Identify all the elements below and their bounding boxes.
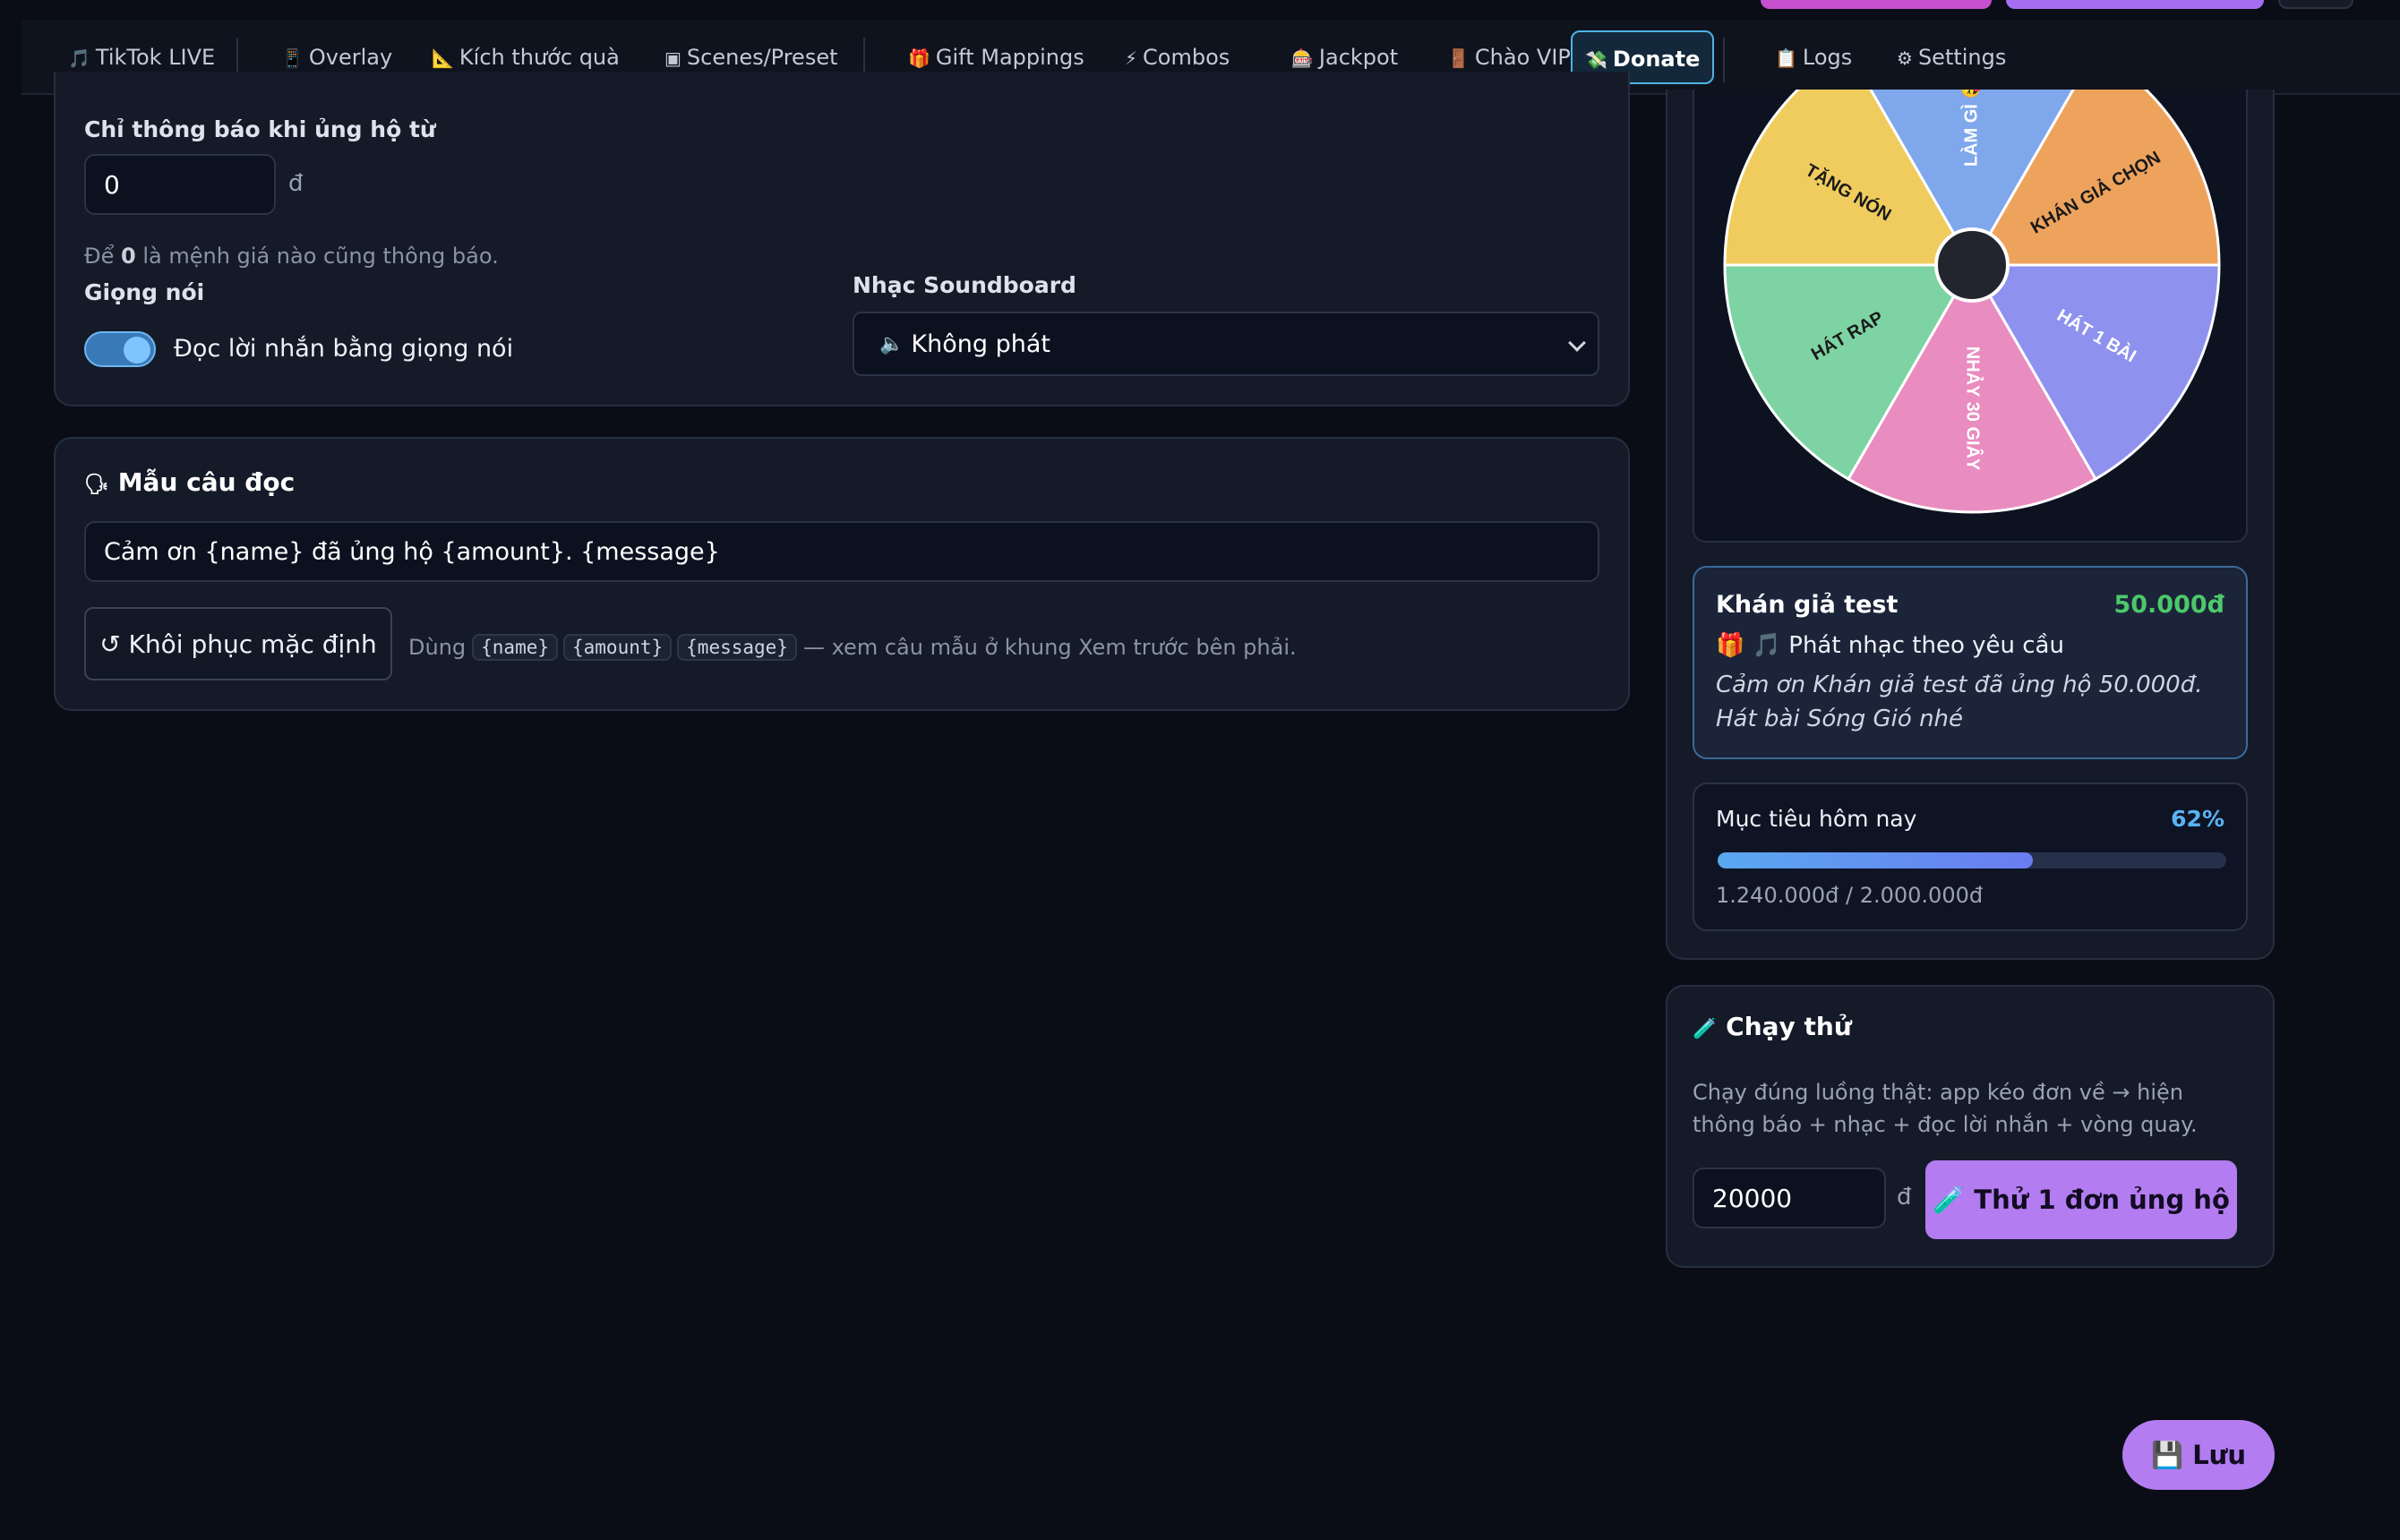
nav-divider xyxy=(1723,38,1725,82)
clipboard-icon: 📋 xyxy=(1775,47,1797,69)
token-name: {name} xyxy=(472,634,558,661)
tab-settings[interactable]: ⚙ Settings xyxy=(1884,30,2019,84)
test-run-description: Chạy đúng luồng thật: app kéo đơn về → h… xyxy=(1693,1080,2198,1137)
slot-machine-icon: 🎰 xyxy=(1291,47,1314,69)
goal-progress-fill xyxy=(1718,852,2034,868)
phone-icon: 📱 xyxy=(281,47,304,69)
min-amount-label: Chỉ thông báo khi ủng hộ từ xyxy=(84,116,436,142)
tab-label: Donate xyxy=(1612,47,1701,72)
soundboard-select[interactable]: 🔈 Không phát xyxy=(853,312,1599,376)
lightning-icon: ⚡ xyxy=(1125,47,1138,69)
goal-progress-bar xyxy=(1718,852,2226,868)
scenes-icon: ▣ xyxy=(664,47,681,69)
donor-name: Khán giả test xyxy=(1716,591,1899,619)
soundboard-selected-value: Không phát xyxy=(911,329,1050,358)
daily-goal-card: Mục tiêu hôm nay 62% 1.240.000đ / 2.000.… xyxy=(1693,783,2248,931)
prize-wheel: LÀM GÌ 😜KHÁN GIẢ CHỌNHÁT 1 BÀINHẢY 30 GI… xyxy=(1723,90,2221,514)
reset-default-button[interactable]: ↺ Khôi phục mặc định xyxy=(84,607,392,680)
goal-label: Mục tiêu hôm nay xyxy=(1716,806,1917,832)
toggle-knob xyxy=(124,337,150,364)
test-tube-icon: 🧪 xyxy=(1693,1018,1718,1040)
top-strip xyxy=(0,0,2400,20)
template-title: 🗣 Mẫu câu đọc xyxy=(84,467,296,497)
tab-label: Gift Mappings xyxy=(935,45,1084,70)
money-icon: 💸 xyxy=(1585,49,1607,71)
top-pill-button[interactable] xyxy=(1761,0,1992,9)
goal-percent: 62% xyxy=(2171,806,2224,832)
goal-amounts: 1.240.000đ / 2.000.000đ xyxy=(1716,883,1984,908)
gift-icon: 🎁 xyxy=(908,47,930,69)
wheel-hub xyxy=(1934,227,2010,303)
token-message: {message} xyxy=(677,634,797,661)
test-amount-input[interactable]: 20000 xyxy=(1693,1168,1886,1228)
save-button[interactable]: 💾 Lưu xyxy=(2122,1420,2275,1490)
door-icon: 🚪 xyxy=(1447,47,1470,69)
top-pill-button-2[interactable] xyxy=(2006,0,2264,9)
donor-preview-card: Khán giả test 50.000đ 🎁 🎵 Phát nhạc theo… xyxy=(1693,566,2248,759)
donor-gift-line: 🎁 🎵 Phát nhạc theo yêu cầu xyxy=(1716,632,2064,659)
donor-amount: 50.000đ xyxy=(2113,591,2224,619)
tab-label: Jackpot xyxy=(1318,45,1399,70)
voice-toggle[interactable] xyxy=(84,331,156,367)
ruler-icon: 📐 xyxy=(432,47,454,69)
min-amount-hint: Để 0 là mệnh giá nào cũng thông báo. xyxy=(84,244,499,269)
tab-label: Kích thước quà xyxy=(459,45,620,70)
min-amount-unit: đ xyxy=(288,170,304,197)
donor-message: Cảm ơn Khán giả test đã ủng hộ 50.000đ. … xyxy=(1716,672,2203,732)
template-hint: Dùng {name} {amount} {message} — xem câu… xyxy=(408,634,1297,661)
chevron-down-icon xyxy=(1568,334,1586,352)
template-input[interactable]: Cảm ơn {name} đã ủng hộ {amount}. {messa… xyxy=(84,521,1599,582)
tab-label: Logs xyxy=(1802,45,1853,70)
speaking-head-icon: 🗣 xyxy=(84,474,109,496)
wheel-segment-label: NHẢY 30 GIÂY xyxy=(1963,346,1984,471)
music-icon: 🎵 xyxy=(68,47,90,69)
tab-label: Settings xyxy=(1917,45,2007,70)
tab-label: Scenes/Preset xyxy=(686,45,838,70)
gear-icon: ⚙ xyxy=(1897,47,1913,69)
tab-label: Combos xyxy=(1143,45,1230,70)
voice-label: Giọng nói xyxy=(84,279,205,305)
speaker-muted-icon: 🔈 xyxy=(879,332,904,355)
tab-logs[interactable]: 📋 Logs xyxy=(1762,30,1864,84)
top-small-button[interactable] xyxy=(2278,0,2353,9)
tab-label: TikTok LIVE xyxy=(95,45,216,70)
soundboard-label: Nhạc Soundboard xyxy=(853,272,1076,298)
tab-label: Chào VIP xyxy=(1474,45,1571,70)
voice-toggle-label: Đọc lời nhắn bằng giọng nói xyxy=(174,335,514,363)
min-amount-input[interactable]: 0 xyxy=(84,154,276,215)
test-amount-unit: đ xyxy=(1897,1184,1912,1211)
test-run-title: 🧪 Chạy thử xyxy=(1693,1012,1852,1041)
wheel-preview: LÀM GÌ 😜 KHÁN GIẢ CHỌN HÁT 1 BÀI NHẢY 30 GI… xyxy=(1693,90,2248,543)
tab-label: Overlay xyxy=(308,45,393,70)
wheel-segment-label: LÀM GÌ 😜 xyxy=(1960,90,1981,167)
token-amount: {amount} xyxy=(563,634,673,661)
test-donate-button[interactable]: 🧪 Thử 1 đơn ủng hộ xyxy=(1925,1160,2237,1239)
